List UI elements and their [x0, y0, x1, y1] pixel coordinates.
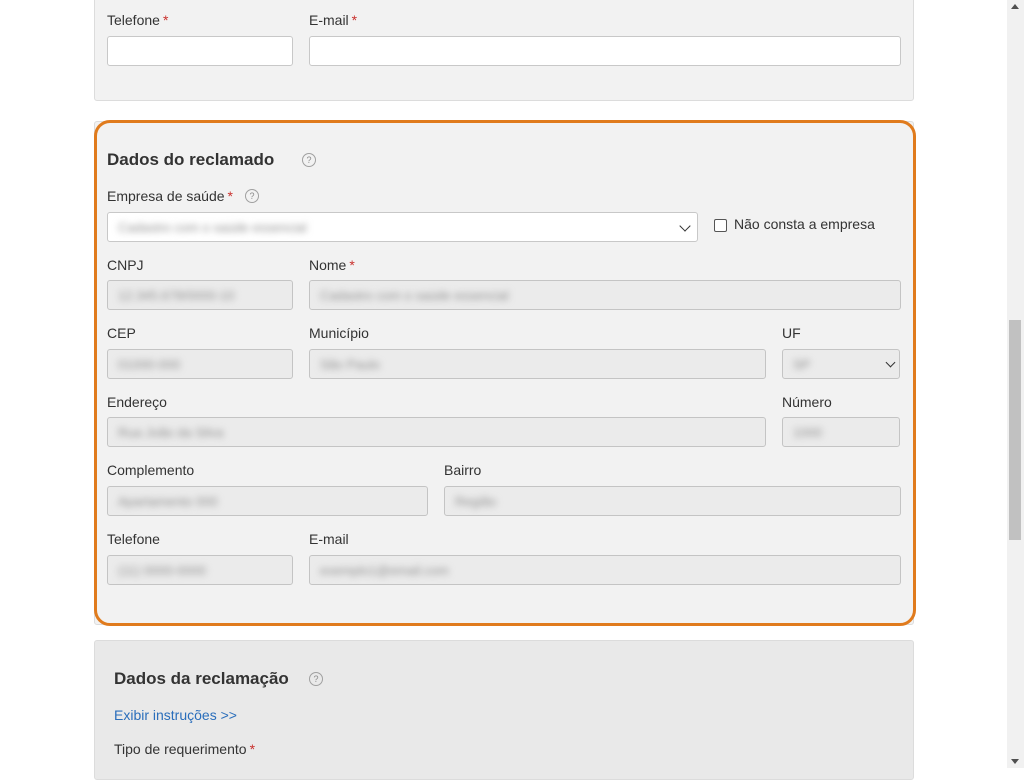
scroll-up-icon[interactable] [1011, 4, 1019, 9]
complement-label: Complemento [107, 462, 195, 478]
name-field: Cadastro com o saúde essencial [309, 280, 901, 310]
phone-label-top: Telefone * [107, 12, 169, 28]
name-label: Nome * [309, 257, 355, 273]
email-label: E-mail [309, 531, 349, 547]
complaint-title: Dados da reclamação [114, 669, 289, 688]
phone-label: Telefone [107, 531, 160, 547]
not-listed-label[interactable]: Não consta a empresa [734, 216, 875, 232]
cep-label: CEP [107, 325, 136, 341]
show-instructions-link[interactable]: Exibir instruções >> [114, 707, 237, 723]
scroll-down-icon[interactable] [1011, 759, 1019, 764]
phone-field: (11) 0000-0000 [107, 555, 293, 585]
chevron-down-icon [885, 357, 896, 368]
chevron-down-icon [679, 220, 691, 232]
address-field: Rua João da Silva [107, 417, 766, 447]
city-field: São Paulo [309, 349, 766, 379]
uf-select: SP [782, 349, 900, 379]
phone-field-top[interactable] [107, 36, 293, 66]
cep-field: 01000-000 [107, 349, 293, 379]
scrollbar[interactable] [1007, 0, 1024, 768]
cnpj-field: 12.345.678/0000-10 [107, 280, 293, 310]
complement-field: Apartamento 000 [107, 486, 428, 516]
number-field: 1000 [782, 417, 900, 447]
cnpj-label: CNPJ [107, 257, 144, 273]
not-listed-checkbox[interactable] [714, 219, 727, 232]
city-label: Município [309, 325, 369, 341]
scrollbar-thumb[interactable] [1009, 320, 1021, 540]
district-field: Região [444, 486, 901, 516]
request-type-label: Tipo de requerimento * [114, 741, 256, 757]
help-circle-icon[interactable]: ? [302, 153, 316, 167]
help-circle-icon[interactable]: ? [245, 189, 259, 203]
respondent-title: Dados do reclamado [107, 150, 275, 169]
number-label: Número [782, 394, 832, 410]
email-field: exemplo1@email.com [309, 555, 901, 585]
address-label: Endereço [107, 394, 167, 410]
email-field-top[interactable] [309, 36, 901, 66]
help-circle-icon[interactable]: ? [309, 672, 323, 686]
company-select-value: Cadastro com o saúde essencial [118, 220, 307, 235]
email-label-top: E-mail * [309, 12, 358, 28]
company-label: Empresa de saúde * [107, 188, 233, 204]
uf-label: UF [782, 325, 801, 341]
district-label: Bairro [444, 462, 482, 478]
company-select[interactable]: Cadastro com o saúde essencial [107, 212, 698, 242]
